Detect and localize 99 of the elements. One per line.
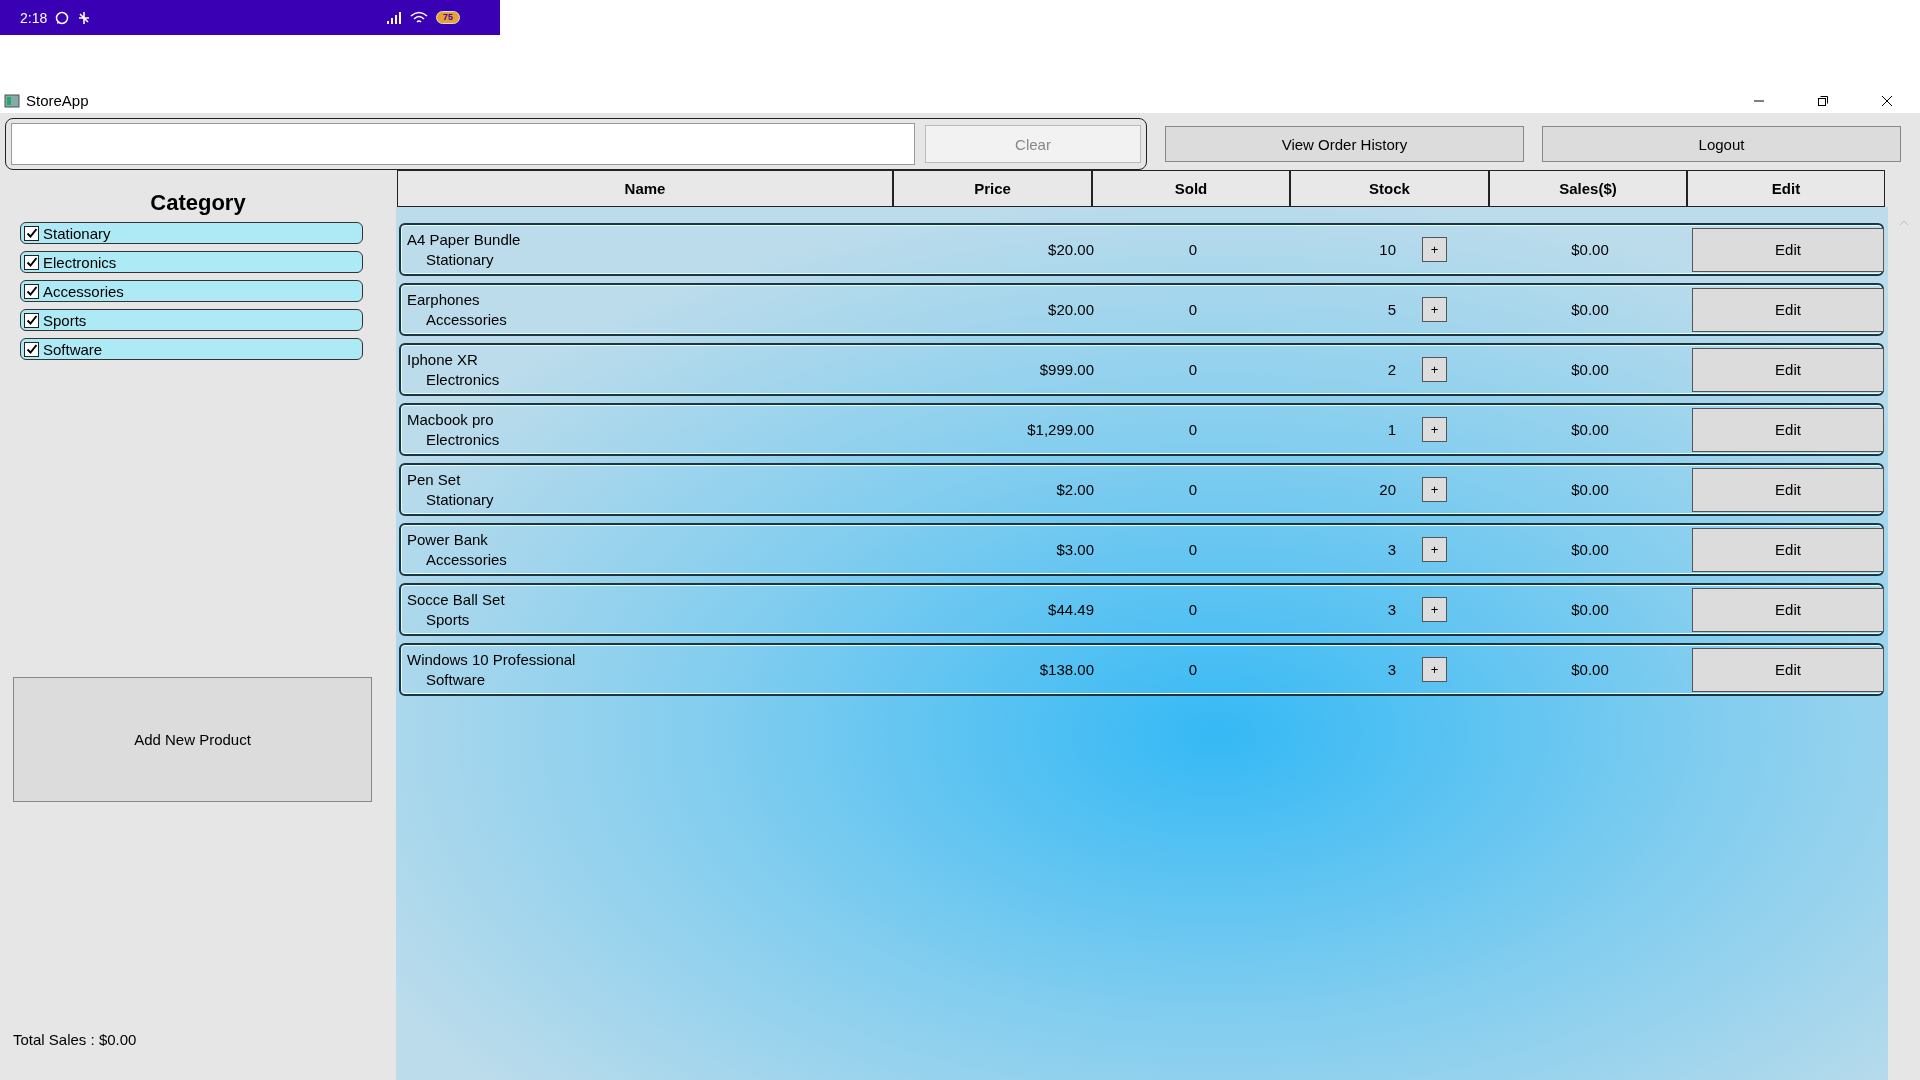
sold-cell: 0 xyxy=(1188,601,1198,618)
edit-button[interactable]: Edit xyxy=(1692,587,1884,632)
search-field[interactable] xyxy=(11,123,915,165)
window-title: StoreApp xyxy=(26,92,89,109)
column-header: Sales($) xyxy=(1489,170,1687,207)
product-name: A4 Paper Bundle xyxy=(407,229,522,250)
checkbox[interactable] xyxy=(24,254,39,270)
product-name: Iphone XR xyxy=(407,349,479,370)
category-label: Software xyxy=(43,340,103,358)
category-filter[interactable]: Software xyxy=(20,338,363,360)
add-stock-button[interactable]: + xyxy=(1422,417,1447,442)
product-name: Power Bank xyxy=(407,529,489,550)
battery-level: 75 xyxy=(436,11,460,24)
product-category: Stationary xyxy=(425,489,495,510)
edit-button[interactable]: Edit xyxy=(1692,227,1884,272)
add-stock-button[interactable]: + xyxy=(1422,657,1447,682)
order-history-button[interactable]: View Order History xyxy=(1165,126,1524,162)
app-icon xyxy=(4,92,20,109)
add-stock-button[interactable]: + xyxy=(1422,537,1447,562)
product-category: Electronics xyxy=(425,369,501,390)
add-stock-button[interactable]: + xyxy=(1422,357,1447,382)
product-name: Macbook pro xyxy=(407,409,495,430)
checkbox[interactable] xyxy=(24,283,39,299)
product-category: Sports xyxy=(425,609,471,630)
column-header: Sold xyxy=(1092,170,1290,207)
column-header: Edit xyxy=(1687,170,1885,207)
price-cell: $2.00 xyxy=(1056,481,1094,498)
sales-cell: $0.00 xyxy=(1571,541,1609,558)
product-category: Electronics xyxy=(425,429,501,450)
add-stock-button[interactable]: + xyxy=(1422,297,1447,322)
stock-cell: 3 xyxy=(1387,661,1396,678)
column-header: Stock xyxy=(1290,170,1489,207)
category-filter[interactable]: Stationary xyxy=(20,222,363,244)
sales-cell: $0.00 xyxy=(1571,301,1609,318)
product-category: Software xyxy=(425,669,487,690)
product-name: Windows 10 Professional xyxy=(407,649,577,670)
stock-cell: 3 xyxy=(1387,541,1396,558)
price-cell: $20.00 xyxy=(1048,301,1094,318)
add-stock-button[interactable]: + xyxy=(1422,597,1447,622)
chat-bubble-icon xyxy=(55,10,70,25)
stock-cell: 10 xyxy=(1379,241,1396,258)
wifi-icon xyxy=(410,10,428,25)
clock-time: 2:18 xyxy=(20,9,48,26)
stock-cell: 5 xyxy=(1387,301,1396,318)
sold-cell: 0 xyxy=(1188,301,1198,318)
sales-cell: $0.00 xyxy=(1571,481,1609,498)
product-category: Accessories xyxy=(425,309,508,330)
product-category: Stationary xyxy=(425,249,495,270)
sold-cell: 0 xyxy=(1188,541,1198,558)
price-cell: $20.00 xyxy=(1048,241,1094,258)
price-cell: $1,299.00 xyxy=(1027,421,1094,438)
product-name: Pen Set xyxy=(407,469,462,490)
sales-cell: $0.00 xyxy=(1571,661,1609,678)
sold-cell: 0 xyxy=(1188,241,1198,258)
total-sales: Total Sales : $0.00 xyxy=(13,1031,138,1048)
edit-button[interactable]: Edit xyxy=(1692,347,1884,392)
category-label: Accessories xyxy=(43,282,124,300)
edit-button[interactable]: Edit xyxy=(1692,287,1884,332)
sales-cell: $0.00 xyxy=(1571,361,1609,378)
add-stock-button[interactable]: + xyxy=(1422,237,1447,262)
pinwheel-icon xyxy=(77,10,92,25)
category-filter[interactable]: Accessories xyxy=(20,280,363,302)
add-stock-button[interactable]: + xyxy=(1422,477,1447,502)
sold-cell: 0 xyxy=(1188,421,1198,438)
sales-cell: $0.00 xyxy=(1571,421,1609,438)
edit-button[interactable]: Edit xyxy=(1692,467,1884,512)
stock-cell: 20 xyxy=(1379,481,1396,498)
checkbox[interactable] xyxy=(24,312,39,328)
sales-cell: $0.00 xyxy=(1571,601,1609,618)
price-cell: $138.00 xyxy=(1039,661,1094,678)
checkbox[interactable] xyxy=(24,225,39,241)
sidebar-title: Category xyxy=(149,190,247,217)
column-header: Price xyxy=(893,170,1092,207)
sold-cell: 0 xyxy=(1188,661,1198,678)
signal-icon xyxy=(386,11,402,24)
add-product-button[interactable]: Add New Product xyxy=(13,677,372,802)
product-name: Earphones xyxy=(407,289,481,310)
sold-cell: 0 xyxy=(1188,361,1198,378)
sold-cell: 0 xyxy=(1188,481,1198,498)
category-filter[interactable]: Sports xyxy=(20,309,363,331)
stock-cell: 2 xyxy=(1387,361,1396,378)
category-filter[interactable]: Electronics xyxy=(20,251,363,273)
price-cell: $44.49 xyxy=(1048,601,1094,618)
edit-button[interactable]: Edit xyxy=(1692,527,1884,572)
stock-cell: 3 xyxy=(1387,601,1396,618)
stock-cell: 1 xyxy=(1387,421,1396,438)
product-name: Socce Ball Set xyxy=(407,589,506,610)
column-header: Name xyxy=(397,170,893,207)
category-label: Electronics xyxy=(43,253,117,271)
logout-button[interactable]: Logout xyxy=(1542,126,1901,162)
product-category: Accessories xyxy=(425,549,508,570)
price-cell: $3.00 xyxy=(1056,541,1094,558)
price-cell: $999.00 xyxy=(1039,361,1094,378)
category-label: Sports xyxy=(43,311,87,329)
edit-button[interactable]: Edit xyxy=(1692,407,1884,452)
edit-button[interactable]: Edit xyxy=(1692,647,1884,692)
checkbox[interactable] xyxy=(24,341,39,357)
category-label: Stationary xyxy=(43,224,111,242)
sales-cell: $0.00 xyxy=(1571,241,1609,258)
